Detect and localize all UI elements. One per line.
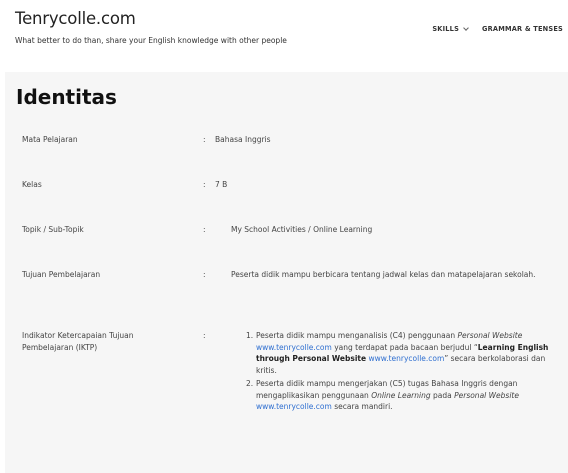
row-separator: : [203,135,206,144]
nav-item-label: GRAMMAR & TENSES [482,25,563,33]
website-link[interactable]: www.tenrycolle.com [368,354,444,363]
row-label: Mata Pelajaran [22,135,78,144]
italic-text: Personal Website [457,331,523,340]
site-tagline: What better to do than, share your Engli… [15,36,287,45]
chevron-down-icon [463,25,469,31]
text: yang terdapat pada bacaan berjudul “ [331,342,478,352]
row-value: Peserta didik mampu berbicara tentang ja… [231,270,536,279]
row-separator: : [203,180,206,189]
row-label: Indikator Ketercapaian Tujuan Pembelajar… [22,331,134,352]
nav-item-skills[interactable]: SKILLS [432,25,469,33]
website-link[interactable]: www.tenrycolle.com [256,402,332,411]
row-separator: : [203,331,206,340]
main-nav: SKILLS GRAMMAR & TENSES [432,25,563,33]
row-separator: : [203,270,206,279]
italic-text: Personal Website [454,390,519,400]
row-separator: : [203,225,206,234]
website-link[interactable]: www.tenrycolle.com [256,343,332,352]
row-label: Topik / Sub-Topik [22,225,84,234]
list-item: 1. Peserta didik mampu menganalisis (C4)… [246,330,562,376]
text: secara mandiri. [331,402,393,411]
row-label: Kelas [22,180,42,189]
row-value: Bahasa Inggris [215,135,271,144]
row-value: My School Activities / Online Learning [231,225,373,234]
row-value: 7 B [215,180,228,189]
nav-item-grammar-tenses[interactable]: GRAMMAR & TENSES [482,25,563,33]
text: Peserta didik mampu menganalisis (C4) pe… [256,331,458,340]
page-title: Identitas [16,85,117,109]
iktp-list: 1. Peserta didik mampu menganalisis (C4)… [246,330,562,413]
italic-text: Online Learning [371,390,431,400]
nav-item-label: SKILLS [432,25,460,33]
list-item: 2. Peserta didik mampu mengerjakan (C5) … [246,378,562,413]
identitas-panel: Identitas Mata Pelajaran : Bahasa Inggri… [5,72,568,473]
site-title[interactable]: Tenrycolle.com [15,9,136,28]
row-label: Tujuan Pembelajaran [22,270,101,279]
site-header: Tenrycolle.com What better to do than, s… [0,0,568,60]
text: pada [430,390,455,400]
list-number: 2. [246,379,254,388]
list-number: 1. [246,331,254,340]
